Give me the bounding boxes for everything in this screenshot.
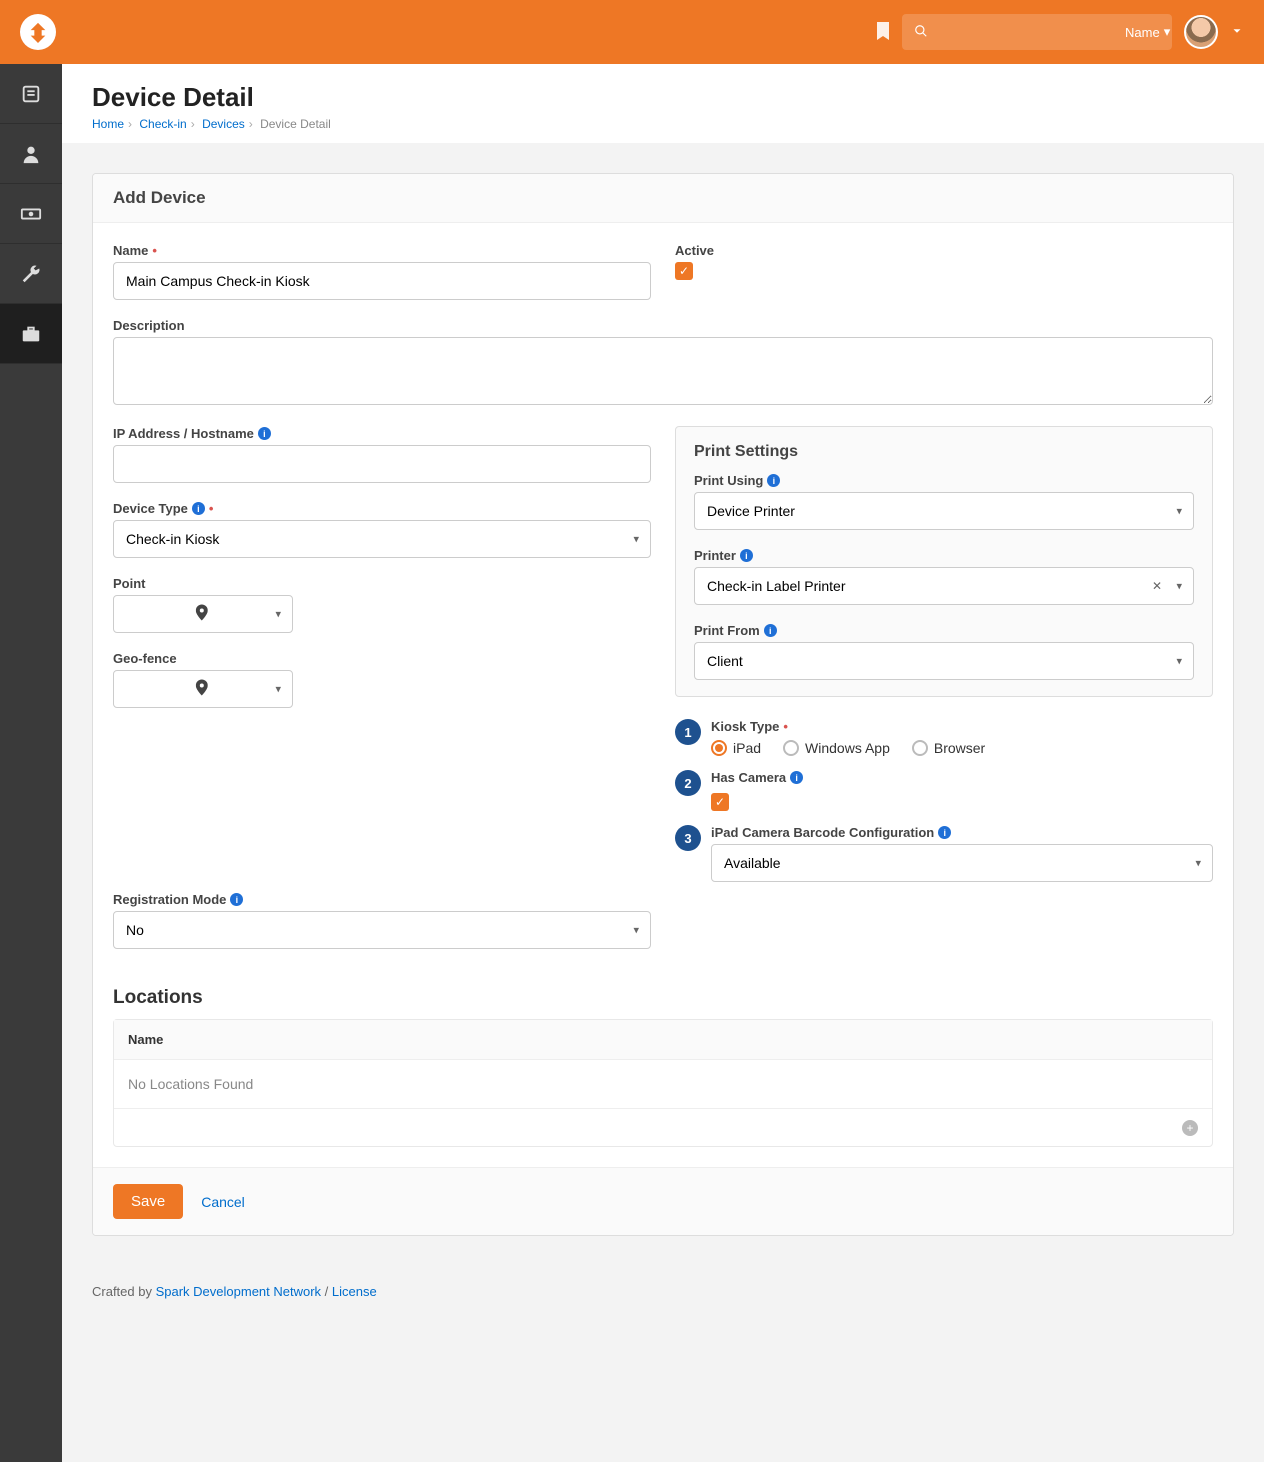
info-icon[interactable]: i: [740, 549, 753, 562]
required-icon: •: [783, 719, 788, 734]
description-label: Description: [113, 318, 185, 333]
required-icon: •: [209, 501, 214, 516]
search-icon: [914, 24, 928, 41]
device-panel: Add Device Name • Active ✓: [92, 173, 1234, 1236]
crumb-devices[interactable]: Devices: [202, 117, 245, 131]
search-box[interactable]: Name ▾: [902, 14, 1172, 50]
footer-link-license[interactable]: License: [332, 1284, 377, 1299]
crumb-home[interactable]: Home: [92, 117, 124, 131]
nav-book-icon[interactable]: [0, 64, 62, 124]
active-checkbox[interactable]: ✓: [675, 262, 693, 280]
topbar: Name ▾: [0, 0, 1264, 64]
required-icon: •: [152, 243, 157, 258]
info-icon[interactable]: i: [767, 474, 780, 487]
locations-table: Name No Locations Found +: [113, 1019, 1213, 1147]
ip-input[interactable]: [113, 445, 651, 483]
cancel-button[interactable]: Cancel: [201, 1194, 245, 1210]
info-icon[interactable]: i: [258, 427, 271, 440]
name-input[interactable]: [113, 262, 651, 300]
save-button[interactable]: Save: [113, 1184, 183, 1219]
search-input[interactable]: [938, 25, 1115, 40]
clear-icon[interactable]: ✕: [1152, 579, 1162, 593]
registration-mode-label: Registration Mode: [113, 892, 226, 907]
crumb-current: Device Detail: [260, 117, 331, 131]
has-camera-label: Has Camera: [711, 770, 786, 785]
page-title: Device Detail: [92, 82, 1234, 113]
has-camera-checkbox[interactable]: ✓: [711, 793, 729, 811]
radio-browser[interactable]: Browser: [912, 740, 985, 756]
printer-label: Printer: [694, 548, 736, 563]
info-icon[interactable]: i: [790, 771, 803, 784]
barcode-config-select[interactable]: [711, 844, 1213, 882]
info-icon[interactable]: i: [230, 893, 243, 906]
print-from-select[interactable]: [694, 642, 1194, 680]
print-using-select[interactable]: [694, 492, 1194, 530]
print-settings-panel: Print Settings Print Using i ▾ Pri: [675, 426, 1213, 697]
nav-wrench-icon[interactable]: [0, 244, 62, 304]
app-logo[interactable]: [20, 14, 56, 50]
search-filter-button[interactable]: Name ▾: [1125, 24, 1170, 40]
page-footer: Crafted by Spark Development Network / L…: [62, 1266, 1264, 1317]
side-nav: [0, 64, 62, 1462]
print-using-label: Print Using: [694, 473, 763, 488]
barcode-config-label: iPad Camera Barcode Configuration: [711, 825, 934, 840]
name-label: Name: [113, 243, 148, 258]
description-input[interactable]: [113, 337, 1213, 405]
radio-ipad[interactable]: iPad: [711, 740, 761, 756]
geofence-label: Geo-fence: [113, 651, 177, 666]
footer-sep: /: [321, 1284, 332, 1299]
footer-link-sdn[interactable]: Spark Development Network: [156, 1284, 321, 1299]
locations-title: Locations: [113, 987, 1213, 1009]
print-settings-title: Print Settings: [694, 443, 1194, 461]
callout-badge-1: 1: [675, 719, 701, 745]
point-label: Point: [113, 576, 146, 591]
map-pin-icon: [196, 605, 208, 624]
page-header: Device Detail Home› Check-in› Devices› D…: [62, 64, 1264, 143]
callout-badge-3: 3: [675, 825, 701, 851]
avatar[interactable]: [1184, 15, 1218, 49]
device-type-select[interactable]: [113, 520, 651, 558]
search-filter-label: Name: [1125, 25, 1160, 40]
active-label: Active: [675, 243, 714, 258]
info-icon[interactable]: i: [938, 826, 951, 839]
nav-money-icon[interactable]: [0, 184, 62, 244]
add-location-button[interactable]: +: [1182, 1120, 1198, 1136]
callout-badge-2: 2: [675, 770, 701, 796]
print-from-label: Print From: [694, 623, 760, 638]
bookmark-icon[interactable]: [876, 22, 890, 43]
rock-logo-icon: [27, 21, 49, 43]
nav-person-icon[interactable]: [0, 124, 62, 184]
breadcrumb: Home› Check-in› Devices› Device Detail: [92, 117, 1234, 131]
info-icon[interactable]: i: [764, 624, 777, 637]
caret-down-icon: ▾: [1164, 24, 1171, 40]
locations-col-name: Name: [114, 1020, 1212, 1060]
radio-ipad-label: iPad: [733, 740, 761, 756]
kiosk-type-label: Kiosk Type: [711, 719, 779, 734]
printer-select[interactable]: [694, 567, 1194, 605]
crumb-checkin[interactable]: Check-in: [139, 117, 186, 131]
radio-windows-label: Windows App: [805, 740, 890, 756]
radio-windows[interactable]: Windows App: [783, 740, 890, 756]
device-type-label: Device Type: [113, 501, 188, 516]
registration-mode-select[interactable]: [113, 911, 651, 949]
info-icon[interactable]: i: [192, 502, 205, 515]
footer-prefix: Crafted by: [92, 1284, 156, 1299]
panel-title: Add Device: [93, 174, 1233, 223]
locations-empty: No Locations Found: [114, 1060, 1212, 1109]
radio-browser-label: Browser: [934, 740, 985, 756]
user-menu-chevron-icon[interactable]: [1230, 24, 1244, 41]
nav-briefcase-icon[interactable]: [0, 304, 62, 364]
ip-label: IP Address / Hostname: [113, 426, 254, 441]
map-pin-icon: [196, 680, 208, 699]
